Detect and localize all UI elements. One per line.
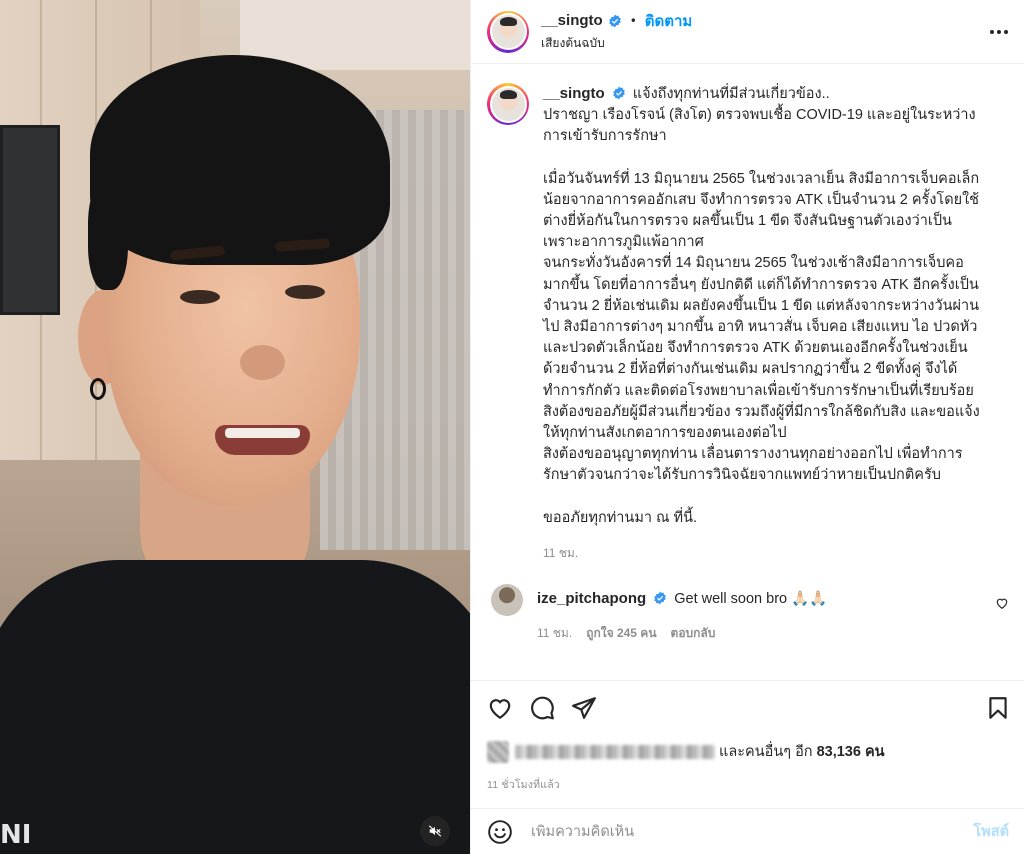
comment-like-heart-icon[interactable]: [995, 596, 1009, 610]
emoji-icon[interactable]: [487, 819, 513, 845]
person-earring: [90, 378, 106, 400]
posted-time[interactable]: 11 ชั่วโมงที่แล้ว: [487, 776, 560, 793]
heart-icon[interactable]: [487, 695, 513, 721]
post-header: __singto • ติดตาม เสียงต้นฉบับ: [471, 0, 1024, 64]
header-username[interactable]: __singto: [541, 12, 603, 29]
caption-username[interactable]: __singto: [543, 85, 605, 102]
person-eye: [180, 290, 220, 304]
post-button[interactable]: โพสต์: [973, 820, 1009, 843]
verified-icon: [654, 591, 666, 605]
person-hair: [90, 55, 390, 265]
caption-paragraph: ปราชญา เรืองโรจน์ (สิงโต) ตรวจพบเชื้อ CO…: [543, 107, 976, 145]
bookmark-icon[interactable]: [985, 695, 1011, 721]
caption-paragraph: เมื่อวันจันทร์ที่ 13 มิถุนายน 2565 ในช่ว…: [543, 170, 980, 484]
comment-input[interactable]: [531, 823, 974, 840]
caption-first-line: แจ้งถึงทุกท่านที่มีส่วนเกี่ยวข้อง..: [632, 86, 830, 102]
blurred-liker-name: [515, 744, 715, 759]
background-tv: [0, 125, 60, 315]
person-hair-side: [88, 180, 128, 290]
person-eye: [285, 285, 325, 299]
avatar: [491, 87, 525, 121]
person-nose: [240, 345, 285, 380]
post-viewer: NI __singto • ติดตาม เสียงต้นฉบับ __sing…: [0, 0, 1024, 854]
mute-button[interactable]: [420, 816, 450, 846]
more-options-button[interactable]: [987, 20, 1011, 44]
comment-composer: โพสต์: [471, 808, 1024, 854]
share-icon[interactable]: [571, 695, 597, 721]
follow-button[interactable]: ติดตาม: [645, 9, 693, 33]
comments-area[interactable]: __singto แจ้งถึงทุกท่านที่มีส่วนเกี่ยวข้…: [471, 65, 1024, 680]
comment-icon[interactable]: [529, 695, 555, 721]
comment-time: 11 ชม.: [537, 626, 573, 641]
person-teeth: [225, 428, 300, 438]
likes-summary[interactable]: และคนอื่นๆ อีก 83,136 คน: [487, 740, 885, 763]
shirt-logo: NI: [0, 820, 32, 850]
likes-text: และคนอื่นๆ อีก: [719, 744, 813, 760]
avatar: [491, 15, 525, 48]
verified-icon: [608, 14, 621, 27]
caption: __singto แจ้งถึงทุกท่านที่มีส่วนเกี่ยวข้…: [487, 83, 1009, 564]
blurred-avatar: [487, 740, 509, 763]
caption-story-ring[interactable]: [487, 83, 529, 125]
verified-icon: [612, 86, 625, 100]
audio-link[interactable]: เสียงต้นฉบับ: [541, 34, 692, 53]
separator-dot: •: [629, 13, 637, 28]
action-bar: [471, 680, 1024, 738]
video-player[interactable]: NI: [0, 0, 470, 854]
comment-text: Get well soon bro 🙏🏻🙏🏻: [674, 591, 828, 608]
caption-paragraph: ขออภัยทุกท่านมา ณ ที่นี้.: [543, 509, 698, 526]
comment-username[interactable]: ize_pitchapong: [537, 590, 646, 607]
person-shirt: [0, 560, 470, 854]
reply-button[interactable]: ตอบกลับ: [671, 623, 716, 643]
comment-item: ize_pitchapong Get well soon bro 🙏🏻🙏🏻 11…: [487, 584, 1009, 643]
post-panel: __singto • ติดตาม เสียงต้นฉบับ __singto …: [470, 0, 1024, 854]
caption-time: 11 ชม.: [543, 545, 579, 560]
more-icon: [990, 30, 1008, 34]
comment-likes[interactable]: ถูกใจ 245 คน: [586, 623, 656, 643]
story-ring[interactable]: [487, 10, 529, 53]
likes-count[interactable]: 83,136 คน: [817, 740, 885, 763]
comment-avatar[interactable]: [491, 584, 523, 617]
mute-icon: [428, 825, 442, 837]
